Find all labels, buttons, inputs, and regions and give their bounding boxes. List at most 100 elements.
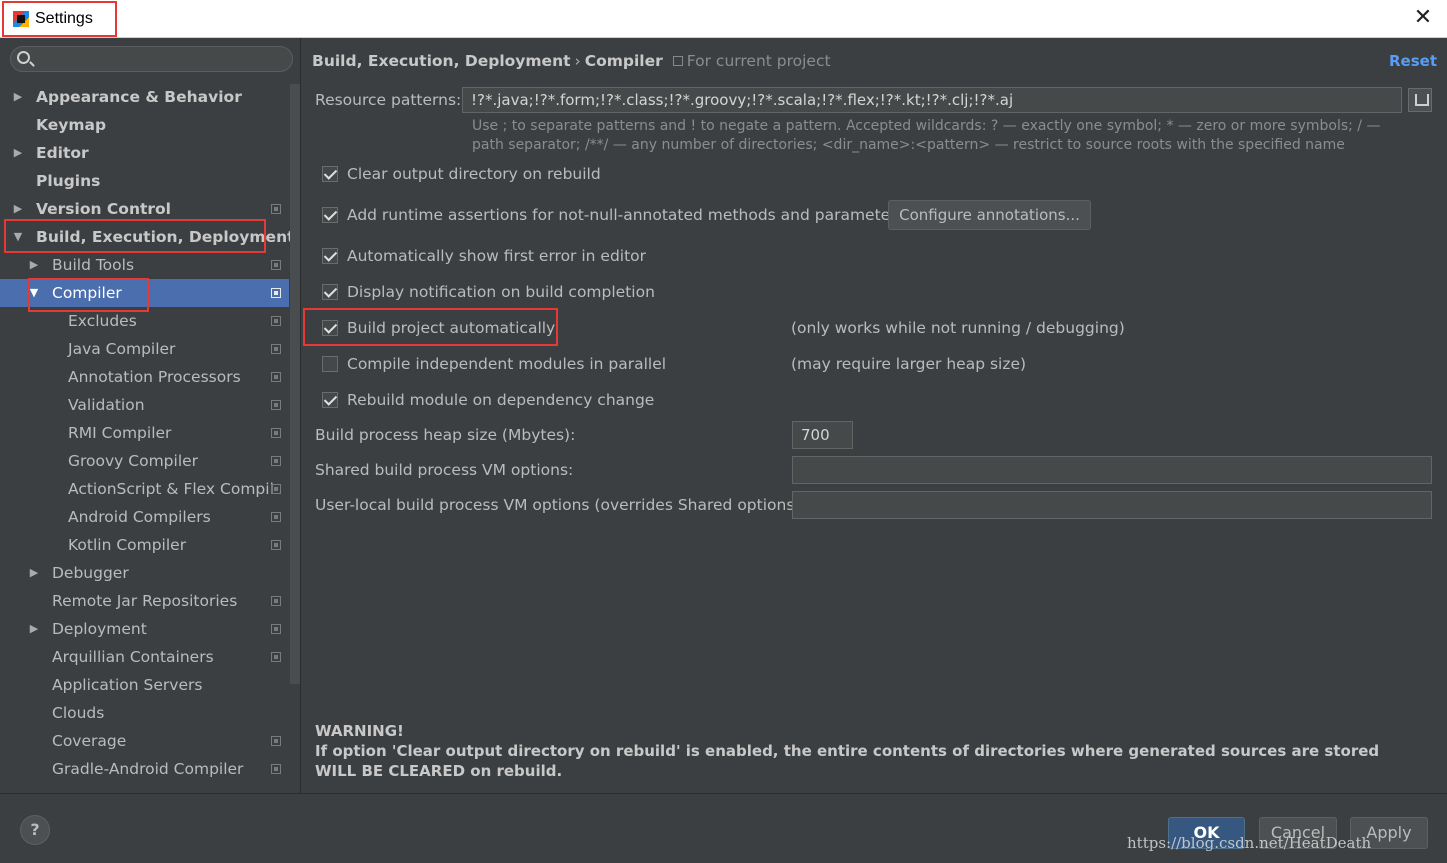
warning-text: If option 'Clear output directory on reb… xyxy=(315,742,1380,780)
tree-item-label: Annotation Processors xyxy=(68,368,241,386)
tree-item[interactable]: Application Servers xyxy=(0,671,289,699)
tree-item[interactable]: Keymap xyxy=(0,111,289,139)
resource-patterns-hint: Use ; to separate patterns and ! to nega… xyxy=(472,118,1381,153)
option-checkbox-row[interactable]: Automatically show first error in editor xyxy=(322,245,646,267)
heap-size-input[interactable]: 700 xyxy=(792,421,853,449)
collapsed-arrow-icon[interactable]: ▶ xyxy=(28,251,40,279)
tree-item-label: Arquillian Containers xyxy=(52,648,214,666)
window-title: Settings xyxy=(35,10,93,27)
window-title-highlight: Settings xyxy=(2,1,117,37)
user-vm-input[interactable] xyxy=(792,491,1432,519)
project-scope-icon xyxy=(271,540,281,550)
option-label[interactable]: Compile independent modules in parallel xyxy=(347,355,666,373)
checked-checkbox[interactable] xyxy=(322,207,338,223)
tree-item[interactable]: ▶ Deployment xyxy=(0,615,289,643)
option-checkbox-row[interactable]: Rebuild module on dependency change xyxy=(322,389,654,411)
option-note: (only works while not running / debuggin… xyxy=(791,319,1125,337)
tree-item-label: Java Compiler xyxy=(68,340,176,358)
tree-item-label: Appearance & Behavior xyxy=(36,88,242,106)
option-checkbox-row[interactable]: Clear output directory on rebuild xyxy=(322,163,601,185)
tree-item-label: Validation xyxy=(68,396,145,414)
tree-item[interactable]: ▼ Compiler xyxy=(0,279,289,307)
option-checkbox-row[interactable]: Display notification on build completion xyxy=(322,281,655,303)
tree-item-label: Compiler xyxy=(52,284,122,302)
tree-item-label: Keymap xyxy=(36,116,107,134)
checked-checkbox[interactable] xyxy=(322,166,338,182)
dialog-footer: ? OK Cancel Apply https://blog.csdn.net/… xyxy=(0,793,1447,863)
collapsed-arrow-icon[interactable]: ▶ xyxy=(12,139,24,167)
option-checkbox-row[interactable]: Add runtime assertions for not-null-anno… xyxy=(322,204,905,226)
unchecked-checkbox[interactable] xyxy=(322,356,338,372)
tree-item-label: Plugins xyxy=(36,172,101,190)
tree-item[interactable]: Validation xyxy=(0,391,289,419)
reset-link[interactable]: Reset xyxy=(1389,52,1437,70)
tree-item[interactable]: Gradle-Android Compiler xyxy=(0,755,289,783)
search-icon xyxy=(17,51,30,64)
settings-tree: ▶ Appearance & Behavior Keymap ▶ Editor Plugi… xyxy=(0,83,295,783)
tree-item[interactable]: Android Compilers xyxy=(0,503,289,531)
user-vm-label: User-local build process VM options (ove… xyxy=(315,496,806,514)
settings-search-input[interactable] xyxy=(10,46,293,72)
option-checkbox-row[interactable]: Build project automatically xyxy=(322,317,555,339)
tree-item[interactable]: ▶ Version Control xyxy=(0,195,289,223)
tree-item[interactable]: ▶ Appearance & Behavior xyxy=(0,83,289,111)
collapsed-arrow-icon[interactable]: ▶ xyxy=(28,615,40,643)
configure-annotations-button[interactable]: Configure annotations... xyxy=(888,200,1091,230)
collapsed-arrow-icon[interactable]: ▶ xyxy=(12,195,24,223)
tree-item-label: Deployment xyxy=(52,620,147,638)
tree-item[interactable]: Annotation Processors xyxy=(0,363,289,391)
tree-item[interactable]: RMI Compiler xyxy=(0,419,289,447)
option-label[interactable]: Add runtime assertions for not-null-anno… xyxy=(347,206,905,224)
tree-item[interactable]: ▼ Build, Execution, Deployment xyxy=(0,223,295,251)
tree-item[interactable]: Excludes xyxy=(0,307,289,335)
expand-field-icon[interactable] xyxy=(1408,88,1432,112)
project-scope-icon xyxy=(271,260,281,270)
close-icon[interactable]: ✕ xyxy=(1411,6,1435,30)
tree-item[interactable]: Kotlin Compiler xyxy=(0,531,289,559)
option-label[interactable]: Rebuild module on dependency change xyxy=(347,391,654,409)
help-button[interactable]: ? xyxy=(20,815,50,845)
tree-item[interactable]: ActionScript & Flex Compil xyxy=(0,475,289,503)
collapsed-arrow-icon[interactable]: ▶ xyxy=(12,83,24,111)
checked-checkbox[interactable] xyxy=(322,320,338,336)
expanded-arrow-icon[interactable]: ▼ xyxy=(12,223,24,251)
tree-item[interactable]: Clouds xyxy=(0,699,289,727)
tree-item-label: Groovy Compiler xyxy=(68,452,199,470)
shared-vm-input[interactable] xyxy=(792,456,1432,484)
sidebar-scrollbar[interactable] xyxy=(290,84,300,684)
resource-patterns-input[interactable]: !?*.java;!?*.form;!?*.class;!?*.groovy;!… xyxy=(462,87,1402,113)
tree-item[interactable]: Java Compiler xyxy=(0,335,289,363)
checked-checkbox[interactable] xyxy=(322,392,338,408)
tree-item[interactable]: Groovy Compiler xyxy=(0,447,289,475)
project-scope-icon xyxy=(271,428,281,438)
project-scope-icon xyxy=(672,56,683,66)
expanded-arrow-icon[interactable]: ▼ xyxy=(28,279,40,307)
option-checkbox-row[interactable]: Compile independent modules in parallel xyxy=(322,353,666,375)
tree-item-label: Build Tools xyxy=(52,256,135,274)
project-scope-icon xyxy=(271,596,281,606)
project-scope-icon xyxy=(271,512,281,522)
tree-item[interactable]: ▶ Debugger xyxy=(0,559,289,587)
project-scope-icon xyxy=(271,456,281,466)
tree-item[interactable]: Plugins xyxy=(0,167,289,195)
collapsed-arrow-icon[interactable]: ▶ xyxy=(28,559,40,587)
tree-item[interactable]: ▶ Editor xyxy=(0,139,289,167)
option-label[interactable]: Clear output directory on rebuild xyxy=(347,165,601,183)
tree-item[interactable]: Coverage xyxy=(0,727,289,755)
option-label[interactable]: Build project automatically xyxy=(347,319,555,337)
breadcrumb: Build, Execution, Deployment › Compiler For… xyxy=(312,52,831,72)
tree-item-label: Clouds xyxy=(52,704,105,722)
tree-item[interactable]: ▶ Build Tools xyxy=(0,251,289,279)
option-label[interactable]: Display notification on build completion xyxy=(347,283,655,301)
tree-item[interactable]: Arquillian Containers xyxy=(0,643,289,671)
checked-checkbox[interactable] xyxy=(322,248,338,264)
warning-message: WARNING! If option 'Clear output directo… xyxy=(315,721,1425,781)
breadcrumb-page: Compiler xyxy=(584,52,663,70)
option-label[interactable]: Automatically show first error in editor xyxy=(347,247,646,265)
tree-item-label: Build, Execution, Deployment xyxy=(36,228,295,246)
tree-item-label: RMI Compiler xyxy=(68,424,172,442)
tree-item[interactable]: Remote Jar Repositories xyxy=(0,587,289,615)
project-scope-icon xyxy=(271,484,281,494)
checked-checkbox[interactable] xyxy=(322,284,338,300)
project-scope-icon xyxy=(271,652,281,662)
